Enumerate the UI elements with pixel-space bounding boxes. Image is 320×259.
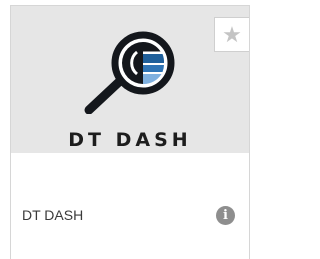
page: ★ DT DASH DT DASH i	[0, 0, 252, 259]
info-icon: i	[223, 208, 228, 223]
app-card[interactable]: ★ DT DASH DT DASH i	[10, 5, 250, 259]
card-footer: DT DASH i	[11, 153, 249, 259]
dt-dash-logo	[67, 30, 191, 114]
logo-text: DT DASH	[68, 129, 192, 151]
card-image[interactable]: ★ DT DASH	[11, 6, 249, 153]
star-icon: ★	[222, 21, 242, 47]
card-title[interactable]: DT DASH	[22, 207, 83, 223]
favorite-star-button[interactable]: ★	[214, 17, 249, 52]
magnifier-chart-icon	[84, 31, 175, 114]
info-button[interactable]: i	[216, 206, 235, 225]
